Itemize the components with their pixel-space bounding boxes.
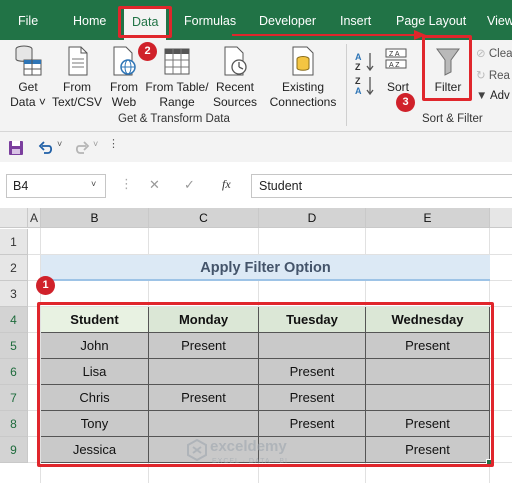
database-table-icon bbox=[15, 45, 42, 76]
clear-filter-label: Clea bbox=[488, 48, 512, 60]
column-header-e[interactable]: E bbox=[366, 208, 490, 228]
from-text-label-1: From bbox=[63, 80, 91, 94]
menu-formulas[interactable]: Formulas bbox=[184, 0, 236, 40]
undo-icon[interactable] bbox=[38, 140, 54, 156]
name-box-dropdown-icon[interactable]: ˅ bbox=[91, 179, 96, 189]
row-header-5[interactable]: 5 bbox=[0, 333, 28, 359]
get-data-label-2: Data ˅ bbox=[10, 95, 46, 109]
sort-button[interactable]: Z A A Z Sort bbox=[380, 44, 416, 95]
recent-sources-label-2: Sources bbox=[212, 95, 258, 109]
existing-connections-icon bbox=[292, 46, 314, 76]
from-web-label-1: From bbox=[110, 80, 138, 94]
svg-text:A: A bbox=[355, 52, 362, 62]
from-table-label-2: Range bbox=[159, 95, 195, 109]
recent-sources-label-1: Recent bbox=[215, 80, 255, 94]
existing-connections-label-2: Connections bbox=[269, 95, 337, 109]
recent-sources-button[interactable]: Recent Sources bbox=[211, 44, 259, 110]
column-header-f[interactable] bbox=[490, 208, 512, 228]
from-text-label-2: Text/CSV bbox=[51, 95, 102, 109]
from-web-button[interactable]: From Web bbox=[105, 44, 143, 110]
annotation-box-filter bbox=[422, 35, 472, 101]
column-header-c[interactable]: C bbox=[149, 208, 259, 228]
row-header-9[interactable]: 9 bbox=[0, 437, 28, 463]
get-transform-group-label: Get & Transform Data bbox=[118, 113, 230, 125]
sheet-title[interactable]: Apply Filter Option bbox=[41, 255, 490, 281]
save-icon[interactable] bbox=[8, 140, 24, 156]
sort-a-z-icon[interactable]: A Z Z A bbox=[354, 50, 376, 96]
annotation-arrow bbox=[232, 30, 426, 40]
formula-bar-divider-icon: ⋮ bbox=[120, 176, 133, 191]
svg-text:A Z: A Z bbox=[389, 62, 400, 69]
column-header-a[interactable]: A bbox=[28, 208, 41, 228]
existing-connections-label-1: Existing bbox=[281, 80, 325, 94]
formula-bar: B4 ˅ ⋮ ✕ ✓ fx Student bbox=[0, 166, 512, 206]
row-header-4[interactable]: 4 bbox=[0, 307, 28, 333]
get-data-label-1: Get bbox=[18, 80, 38, 94]
row-header-1[interactable]: 1 bbox=[0, 229, 28, 255]
redo-dropdown-icon[interactable]: ˅ bbox=[93, 139, 98, 149]
svg-text:Z: Z bbox=[355, 62, 361, 72]
advanced-filter-icon: ▼ bbox=[476, 90, 488, 102]
row-header-6[interactable]: 6 bbox=[0, 359, 28, 385]
advanced-filter-command[interactable]: ▼ Adv bbox=[476, 90, 510, 102]
step-badge-3: 3 bbox=[396, 93, 415, 112]
from-table-label-1: From Table/ bbox=[145, 80, 209, 94]
reapply-icon: ↻ bbox=[476, 70, 486, 82]
svg-text:Z: Z bbox=[355, 76, 361, 86]
sort-filter-group-label: Sort & Filter bbox=[422, 113, 483, 125]
sort-icon: Z A A Z bbox=[385, 48, 407, 69]
annotation-box-table bbox=[37, 302, 494, 467]
reapply-label: Rea bbox=[488, 70, 510, 82]
reapply-command[interactable]: ↻ Rea bbox=[476, 68, 510, 82]
column-header-b[interactable]: B bbox=[41, 208, 149, 228]
svg-text:Z A: Z A bbox=[389, 51, 400, 58]
enter-icon[interactable]: ✓ bbox=[184, 177, 195, 193]
menu-home[interactable]: Home bbox=[73, 0, 106, 40]
insert-function-icon[interactable]: fx bbox=[222, 177, 231, 192]
row-header-2[interactable]: 2 bbox=[0, 255, 28, 281]
undo-dropdown-icon[interactable]: ˅ bbox=[57, 139, 62, 149]
step-badge-2: 2 bbox=[138, 42, 157, 61]
row-header-3[interactable]: 3 bbox=[0, 281, 28, 307]
group-separator bbox=[346, 44, 347, 126]
formula-input[interactable]: Student bbox=[251, 174, 512, 198]
clear-filter-command[interactable]: ⊘ Clea bbox=[476, 46, 512, 60]
select-all-corner[interactable] bbox=[0, 208, 28, 228]
annotation-box-data-tab bbox=[118, 6, 172, 38]
sort-label: Sort bbox=[386, 80, 409, 94]
advanced-filter-label: Adv bbox=[489, 90, 510, 102]
from-web-label-2: Web bbox=[111, 95, 137, 109]
menu-view[interactable]: View bbox=[487, 0, 512, 40]
recent-sources-icon bbox=[224, 46, 247, 76]
menu-file[interactable]: File bbox=[18, 0, 38, 40]
clear-filter-icon: ⊘ bbox=[476, 48, 486, 60]
row-header-8[interactable]: 8 bbox=[0, 411, 28, 437]
row-header-7[interactable]: 7 bbox=[0, 385, 28, 411]
redo-icon[interactable] bbox=[74, 140, 90, 156]
existing-connections-button[interactable]: Existing Connections bbox=[267, 44, 339, 110]
svg-text:A: A bbox=[355, 86, 362, 96]
from-text-csv-button[interactable]: From Text/CSV bbox=[51, 44, 103, 110]
table-range-icon bbox=[164, 48, 190, 75]
column-header-d[interactable]: D bbox=[259, 208, 366, 228]
text-file-icon bbox=[68, 46, 88, 76]
cancel-icon[interactable]: ✕ bbox=[149, 177, 160, 193]
quick-access-toolbar: ˅ ˅ ⋮ bbox=[0, 132, 512, 162]
step-badge-1: 1 bbox=[36, 276, 55, 295]
web-globe-icon bbox=[113, 46, 136, 76]
get-data-button[interactable]: Get Data ˅ bbox=[6, 44, 50, 110]
customize-toolbar-icon[interactable]: ⋮ bbox=[108, 137, 119, 150]
